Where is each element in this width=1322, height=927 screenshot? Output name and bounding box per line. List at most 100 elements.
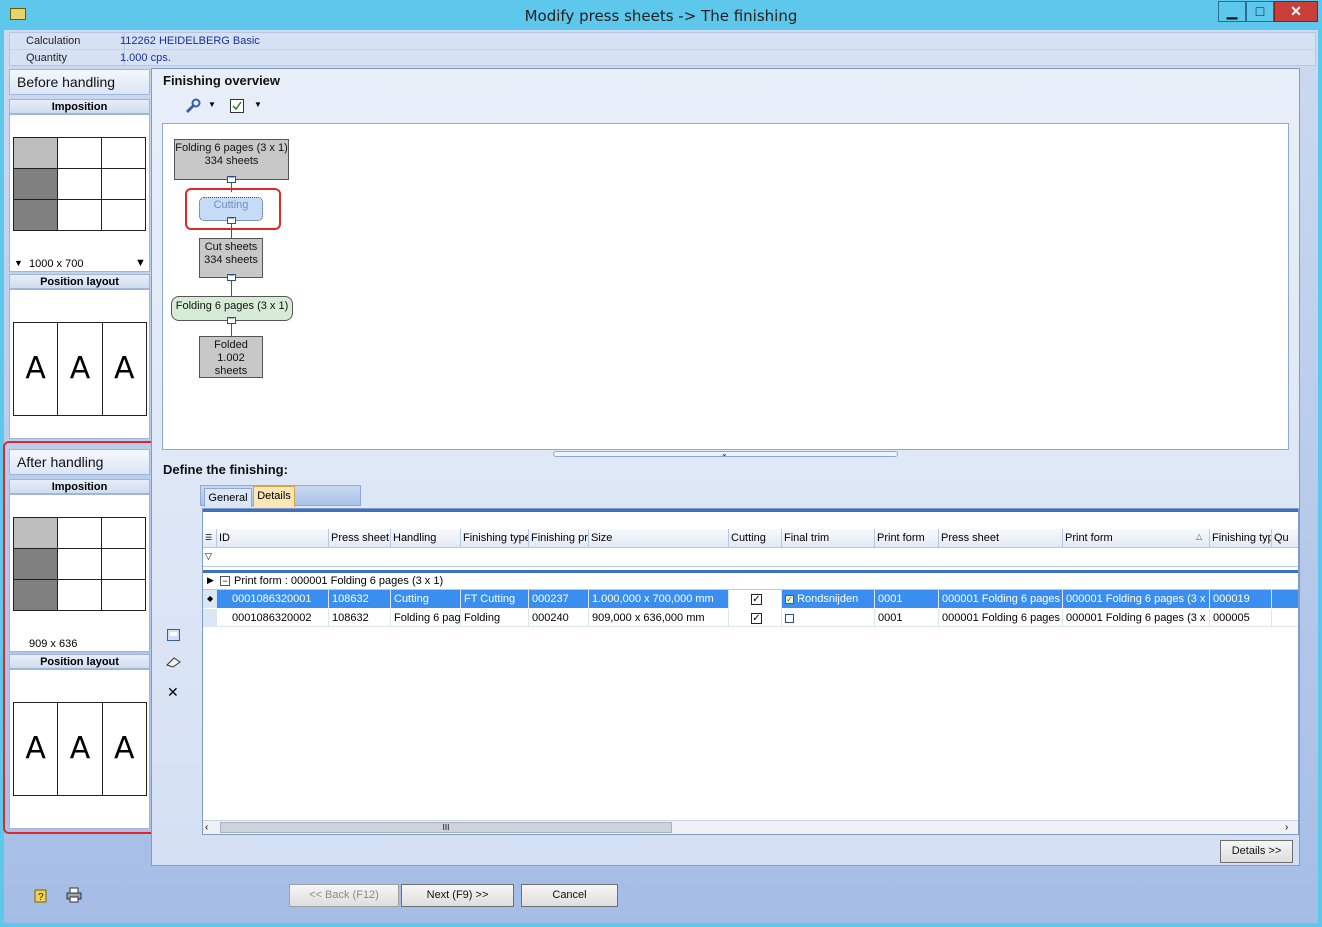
print-icon[interactable]	[66, 887, 82, 903]
imposition-cell	[57, 199, 102, 231]
scroll-left-icon[interactable]: ‹	[205, 821, 208, 834]
port-icon[interactable]: ─	[227, 216, 236, 224]
cell-final-trim[interactable]	[782, 609, 875, 627]
folded-node[interactable]: Folded 1.002 sheets	[199, 336, 263, 378]
cell-final-trim[interactable]: ✓ Rondsnijden	[782, 590, 875, 608]
port-icon[interactable]: ─	[227, 273, 236, 281]
eraser-icon[interactable]	[166, 657, 181, 668]
splitter-chevron-icon[interactable]: ⌄	[721, 449, 728, 458]
delete-icon[interactable]: ✕	[167, 685, 179, 699]
column-header-quantity[interactable]: Qu	[1272, 529, 1298, 547]
cutting-checkbox[interactable]: ✓	[751, 612, 762, 624]
cell-print-form-2[interactable]: 000001 Folding 6 pages (3 x 1	[1063, 609, 1210, 627]
tools-icon[interactable]	[184, 98, 202, 114]
cell-size[interactable]: 1.000,000 x 700,000 mm	[589, 590, 729, 608]
node-label: Folded	[214, 339, 248, 351]
column-header-finishing-type-2[interactable]: Finishing typ	[1210, 529, 1272, 547]
sheet-right-arrow-icon[interactable]: ▼	[135, 257, 146, 269]
tab-general[interactable]: General	[204, 488, 252, 507]
column-header-id[interactable]: ID	[217, 529, 329, 547]
before-sheet-size: 1000 x 700	[29, 258, 84, 270]
window-title: Modify press sheets -> The finishing	[524, 7, 798, 25]
svg-text:?: ?	[38, 892, 44, 903]
next-button[interactable]: Next (F9) >>	[401, 884, 514, 907]
column-header-press-sheet[interactable]: Press sheet	[329, 529, 391, 547]
scroll-thumb[interactable]: III	[220, 822, 672, 833]
collapse-icon[interactable]: −	[220, 576, 230, 586]
cell-press-sheet-2[interactable]: 000001 Folding 6 pages (	[939, 609, 1063, 627]
cell-print-form[interactable]: 0001	[875, 590, 939, 608]
column-header-print-form-2[interactable]: Print form	[1063, 529, 1210, 547]
cell-print-form[interactable]: 0001	[875, 609, 939, 627]
cell-finishing-type-2[interactable]: 000005	[1210, 609, 1272, 627]
folding-input-node[interactable]: Folding 6 pages (3 x 1) 334 sheets	[174, 139, 289, 180]
port-icon[interactable]: ─	[227, 175, 236, 183]
checklist-dropdown-icon[interactable]: ▼	[254, 100, 262, 109]
horizontal-scrollbar[interactable]: ‹ III ›	[203, 820, 1298, 834]
column-header-size[interactable]: Size	[589, 529, 729, 547]
node-label: Folding 6 pages (3 x 1)	[175, 142, 288, 154]
grid-header-row: ☰ ID Press sheet Handling Finishing type…	[203, 529, 1298, 548]
help-icon[interactable]: ?	[32, 887, 48, 903]
node-count: 334 sheets	[204, 254, 258, 266]
page-letter: A	[114, 351, 135, 386]
column-header-press-sheet-2[interactable]: Press sheet	[939, 529, 1063, 547]
before-imposition-panel: ▼ 1000 x 700 ▼	[9, 114, 150, 272]
column-header-finishing-pr[interactable]: Finishing pr	[529, 529, 589, 547]
details-button[interactable]: Details >>	[1220, 840, 1293, 863]
column-header-cutting[interactable]: Cutting	[729, 529, 782, 547]
quantity-value: 1.000 cps.	[120, 52, 171, 64]
port-icon[interactable]: ─	[227, 316, 236, 324]
column-chooser-icon[interactable]: ☰	[203, 529, 217, 547]
cell-print-form-2[interactable]: 000001 Folding 6 pages (3 x 1	[1063, 590, 1210, 608]
final-trim-checkbox[interactable]: ✓	[785, 594, 794, 604]
cut-sheets-node[interactable]: Cut sheets 334 sheets	[199, 238, 263, 278]
imposition-cell	[101, 168, 146, 200]
column-header-handling[interactable]: Handling	[391, 529, 461, 547]
cell-press-sheet[interactable]: 108632	[329, 609, 391, 627]
minimize-button[interactable]: ▁	[1218, 1, 1246, 22]
final-trim-checkbox[interactable]	[785, 613, 794, 623]
cell-finishing-pr[interactable]: 000237	[529, 590, 589, 608]
cutting-checkbox[interactable]: ✓	[751, 593, 762, 605]
info-bar: Calculation 112262 HEIDELBERG Basic Quan…	[9, 32, 1316, 66]
save-icon[interactable]	[167, 629, 180, 641]
cancel-button[interactable]: Cancel	[521, 884, 618, 907]
table-row[interactable]: ◆ 0001086320001 108632 Cutting FT Cuttin…	[203, 590, 1298, 608]
close-button[interactable]: ✕	[1274, 1, 1318, 22]
cell-finishing-pr[interactable]: 000240	[529, 609, 589, 627]
column-header-finishing-type[interactable]: Finishing type	[461, 529, 529, 547]
info-divider	[10, 49, 1315, 50]
checklist-icon[interactable]	[230, 99, 244, 113]
cell-finishing-type[interactable]: FT Cutting	[461, 590, 529, 608]
tab-details[interactable]: Details	[253, 486, 295, 507]
column-header-print-form[interactable]: Print form	[875, 529, 939, 547]
table-row[interactable]: 0001086320002 108632 Folding 6 pages Fol…	[203, 609, 1298, 627]
cell-press-sheet[interactable]: 108632	[329, 590, 391, 608]
cell-handling[interactable]: Folding 6 pages	[391, 609, 461, 627]
filter-row[interactable]: ▽	[203, 548, 1298, 567]
tools-dropdown-icon[interactable]: ▼	[208, 100, 216, 109]
maximize-button[interactable]: □	[1246, 1, 1274, 22]
before-handling-header: Before handling	[9, 69, 150, 95]
filter-icon[interactable]: ▽	[205, 551, 212, 562]
cell-handling[interactable]: Cutting	[391, 590, 461, 608]
cell-finishing-type-2[interactable]: 000019	[1210, 590, 1272, 608]
imposition-cell	[13, 199, 58, 231]
group-row[interactable]: ▶ − Print form : 000001 Folding 6 pages …	[203, 573, 1298, 590]
connector	[231, 224, 232, 238]
imposition-cell	[13, 137, 58, 169]
before-imposition-grid	[13, 137, 146, 231]
cell-finishing-type[interactable]: Folding	[461, 609, 529, 627]
cell-cutting[interactable]: ✓	[729, 609, 782, 627]
scroll-right-icon[interactable]: ›	[1285, 821, 1288, 834]
cell-id[interactable]: 0001086320002	[229, 609, 329, 627]
cell-id[interactable]: 0001086320001	[229, 590, 329, 608]
cell-cutting[interactable]: ✓	[729, 590, 782, 608]
column-header-final-trim[interactable]: Final trim	[782, 529, 875, 547]
back-button[interactable]: << Back (F12)	[289, 884, 399, 907]
calculation-label: Calculation	[26, 35, 81, 47]
cell-press-sheet-2[interactable]: 000001 Folding 6 pages (	[939, 590, 1063, 608]
sheet-left-arrow-icon[interactable]: ▼	[14, 258, 23, 268]
cell-size[interactable]: 909,000 x 636,000 mm	[589, 609, 729, 627]
